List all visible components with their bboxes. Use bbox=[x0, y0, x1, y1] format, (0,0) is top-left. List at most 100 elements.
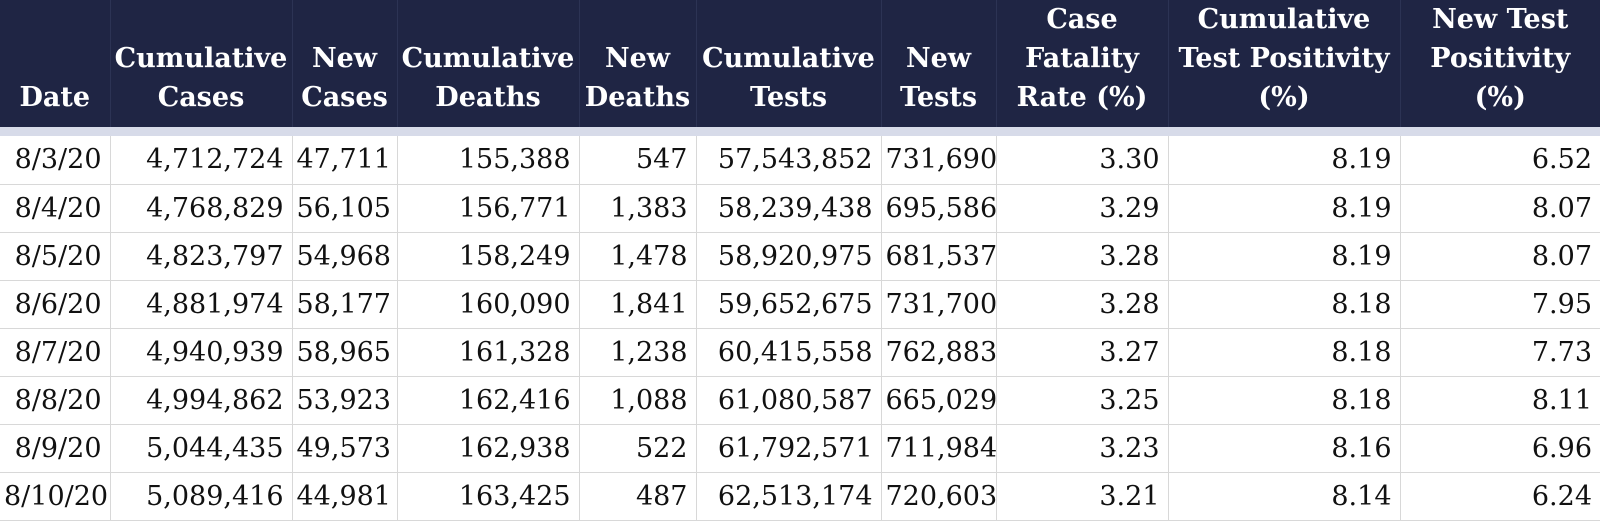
cell-case-fatality-rate: 3.29 bbox=[996, 184, 1169, 233]
column-header-new-deaths: New Deaths bbox=[579, 0, 697, 127]
cell-new-cases: 58,965 bbox=[292, 328, 398, 377]
cell-cumulative-test-positivity: 8.19 bbox=[1168, 136, 1401, 185]
table-row: 8/5/20 4,823,797 54,968 158,249 1,478 58… bbox=[0, 232, 1600, 281]
cell-new-tests: 762,883 bbox=[881, 328, 997, 377]
cell-new-deaths: 1,088 bbox=[579, 376, 697, 425]
cell-new-tests: 731,700 bbox=[881, 280, 997, 329]
cell-cumulative-tests: 62,513,174 bbox=[696, 472, 882, 521]
cell-cumulative-deaths: 163,425 bbox=[397, 472, 580, 521]
cell-new-tests: 695,586 bbox=[881, 184, 997, 233]
cell-cumulative-tests: 61,080,587 bbox=[696, 376, 882, 425]
cell-cumulative-cases: 4,940,939 bbox=[110, 328, 293, 377]
cell-new-deaths: 1,478 bbox=[579, 232, 697, 281]
cell-cumulative-tests: 57,543,852 bbox=[696, 136, 882, 185]
cell-new-test-positivity: 6.24 bbox=[1400, 472, 1600, 521]
cell-date: 8/4/20 bbox=[0, 184, 111, 233]
cell-new-deaths: 547 bbox=[579, 136, 697, 185]
cell-new-tests: 731,690 bbox=[881, 136, 997, 185]
cell-new-test-positivity: 8.11 bbox=[1400, 376, 1600, 425]
column-header-new-tests: New Tests bbox=[881, 0, 997, 127]
cell-new-cases: 49,573 bbox=[292, 424, 398, 473]
cell-new-test-positivity: 7.73 bbox=[1400, 328, 1600, 377]
cell-cumulative-cases: 4,823,797 bbox=[110, 232, 293, 281]
cell-new-deaths: 487 bbox=[579, 472, 697, 521]
cell-new-tests: 665,029 bbox=[881, 376, 997, 425]
table-row: 8/3/20 4,712,724 47,711 155,388 547 57,5… bbox=[0, 136, 1600, 185]
column-header-cumulative-cases: Cumulative Cases bbox=[110, 0, 293, 127]
cell-case-fatality-rate: 3.28 bbox=[996, 280, 1169, 329]
table-row: 8/7/20 4,940,939 58,965 161,328 1,238 60… bbox=[0, 328, 1600, 377]
cell-new-test-positivity: 6.96 bbox=[1400, 424, 1600, 473]
column-header-new-test-positivity: New Test Positivity (%) bbox=[1400, 0, 1600, 127]
cell-cumulative-deaths: 155,388 bbox=[397, 136, 580, 185]
cell-new-cases: 47,711 bbox=[292, 136, 398, 185]
cell-case-fatality-rate: 3.25 bbox=[996, 376, 1169, 425]
table-row: 8/10/20 5,089,416 44,981 163,425 487 62,… bbox=[0, 472, 1600, 521]
cell-new-deaths: 1,238 bbox=[579, 328, 697, 377]
covid-data-table-container: Date Cumulative Cases New Cases Cumulati… bbox=[0, 0, 1600, 527]
cell-cumulative-cases: 5,044,435 bbox=[110, 424, 293, 473]
cell-date: 8/6/20 bbox=[0, 280, 111, 329]
cell-cumulative-deaths: 158,249 bbox=[397, 232, 580, 281]
cell-cumulative-deaths: 161,328 bbox=[397, 328, 580, 377]
cell-cumulative-test-positivity: 8.16 bbox=[1168, 424, 1401, 473]
cell-date: 8/5/20 bbox=[0, 232, 111, 281]
cell-cumulative-tests: 58,920,975 bbox=[696, 232, 882, 281]
cell-cumulative-tests: 60,415,558 bbox=[696, 328, 882, 377]
cell-case-fatality-rate: 3.23 bbox=[996, 424, 1169, 473]
cell-new-test-positivity: 6.52 bbox=[1400, 136, 1600, 185]
cell-case-fatality-rate: 3.21 bbox=[996, 472, 1169, 521]
header-underline bbox=[0, 127, 1600, 136]
cell-case-fatality-rate: 3.30 bbox=[996, 136, 1169, 185]
cell-new-deaths: 1,841 bbox=[579, 280, 697, 329]
column-header-cumulative-test-positivity: Cumulative Test Positivity (%) bbox=[1168, 0, 1401, 127]
cell-cumulative-cases: 5,089,416 bbox=[110, 472, 293, 521]
column-header-cumulative-tests: Cumulative Tests bbox=[696, 0, 882, 127]
cell-cumulative-test-positivity: 8.19 bbox=[1168, 184, 1401, 233]
cell-case-fatality-rate: 3.28 bbox=[996, 232, 1169, 281]
cell-new-tests: 711,984 bbox=[881, 424, 997, 473]
cell-cumulative-deaths: 162,938 bbox=[397, 424, 580, 473]
cell-cumulative-cases: 4,994,862 bbox=[110, 376, 293, 425]
cell-cumulative-cases: 4,881,974 bbox=[110, 280, 293, 329]
column-header-new-cases: New Cases bbox=[292, 0, 398, 127]
column-header-date: Date bbox=[0, 0, 111, 127]
cell-date: 8/8/20 bbox=[0, 376, 111, 425]
header-underline-cell bbox=[0, 127, 1600, 136]
cell-new-tests: 720,603 bbox=[881, 472, 997, 521]
cell-new-test-positivity: 7.95 bbox=[1400, 280, 1600, 329]
cell-new-cases: 58,177 bbox=[292, 280, 398, 329]
cell-case-fatality-rate: 3.27 bbox=[996, 328, 1169, 377]
cell-cumulative-tests: 59,652,675 bbox=[696, 280, 882, 329]
cell-new-cases: 56,105 bbox=[292, 184, 398, 233]
cell-cumulative-test-positivity: 8.14 bbox=[1168, 472, 1401, 521]
table-row: 8/6/20 4,881,974 58,177 160,090 1,841 59… bbox=[0, 280, 1600, 329]
cell-cumulative-cases: 4,712,724 bbox=[110, 136, 293, 185]
covid-data-table: Date Cumulative Cases New Cases Cumulati… bbox=[0, 0, 1600, 521]
cell-cumulative-cases: 4,768,829 bbox=[110, 184, 293, 233]
cell-date: 8/3/20 bbox=[0, 136, 111, 185]
cell-cumulative-test-positivity: 8.18 bbox=[1168, 280, 1401, 329]
cell-new-test-positivity: 8.07 bbox=[1400, 184, 1600, 233]
column-header-case-fatality-rate: Case Fatality Rate (%) bbox=[996, 0, 1169, 127]
cell-cumulative-test-positivity: 8.19 bbox=[1168, 232, 1401, 281]
header-row: Date Cumulative Cases New Cases Cumulati… bbox=[0, 0, 1600, 127]
table-row: 8/9/20 5,044,435 49,573 162,938 522 61,7… bbox=[0, 424, 1600, 473]
cell-cumulative-tests: 58,239,438 bbox=[696, 184, 882, 233]
table-body: 8/3/20 4,712,724 47,711 155,388 547 57,5… bbox=[0, 136, 1600, 521]
cell-date: 8/10/20 bbox=[0, 472, 111, 521]
cell-new-test-positivity: 8.07 bbox=[1400, 232, 1600, 281]
cell-cumulative-test-positivity: 8.18 bbox=[1168, 376, 1401, 425]
cell-new-cases: 53,923 bbox=[292, 376, 398, 425]
cell-date: 8/9/20 bbox=[0, 424, 111, 473]
cell-new-cases: 44,981 bbox=[292, 472, 398, 521]
table-row: 8/8/20 4,994,862 53,923 162,416 1,088 61… bbox=[0, 376, 1600, 425]
cell-new-deaths: 1,383 bbox=[579, 184, 697, 233]
cell-cumulative-tests: 61,792,571 bbox=[696, 424, 882, 473]
table-row: 8/4/20 4,768,829 56,105 156,771 1,383 58… bbox=[0, 184, 1600, 233]
cell-date: 8/7/20 bbox=[0, 328, 111, 377]
cell-new-deaths: 522 bbox=[579, 424, 697, 473]
cell-cumulative-deaths: 160,090 bbox=[397, 280, 580, 329]
column-header-cumulative-deaths: Cumulative Deaths bbox=[397, 0, 580, 127]
cell-cumulative-deaths: 156,771 bbox=[397, 184, 580, 233]
